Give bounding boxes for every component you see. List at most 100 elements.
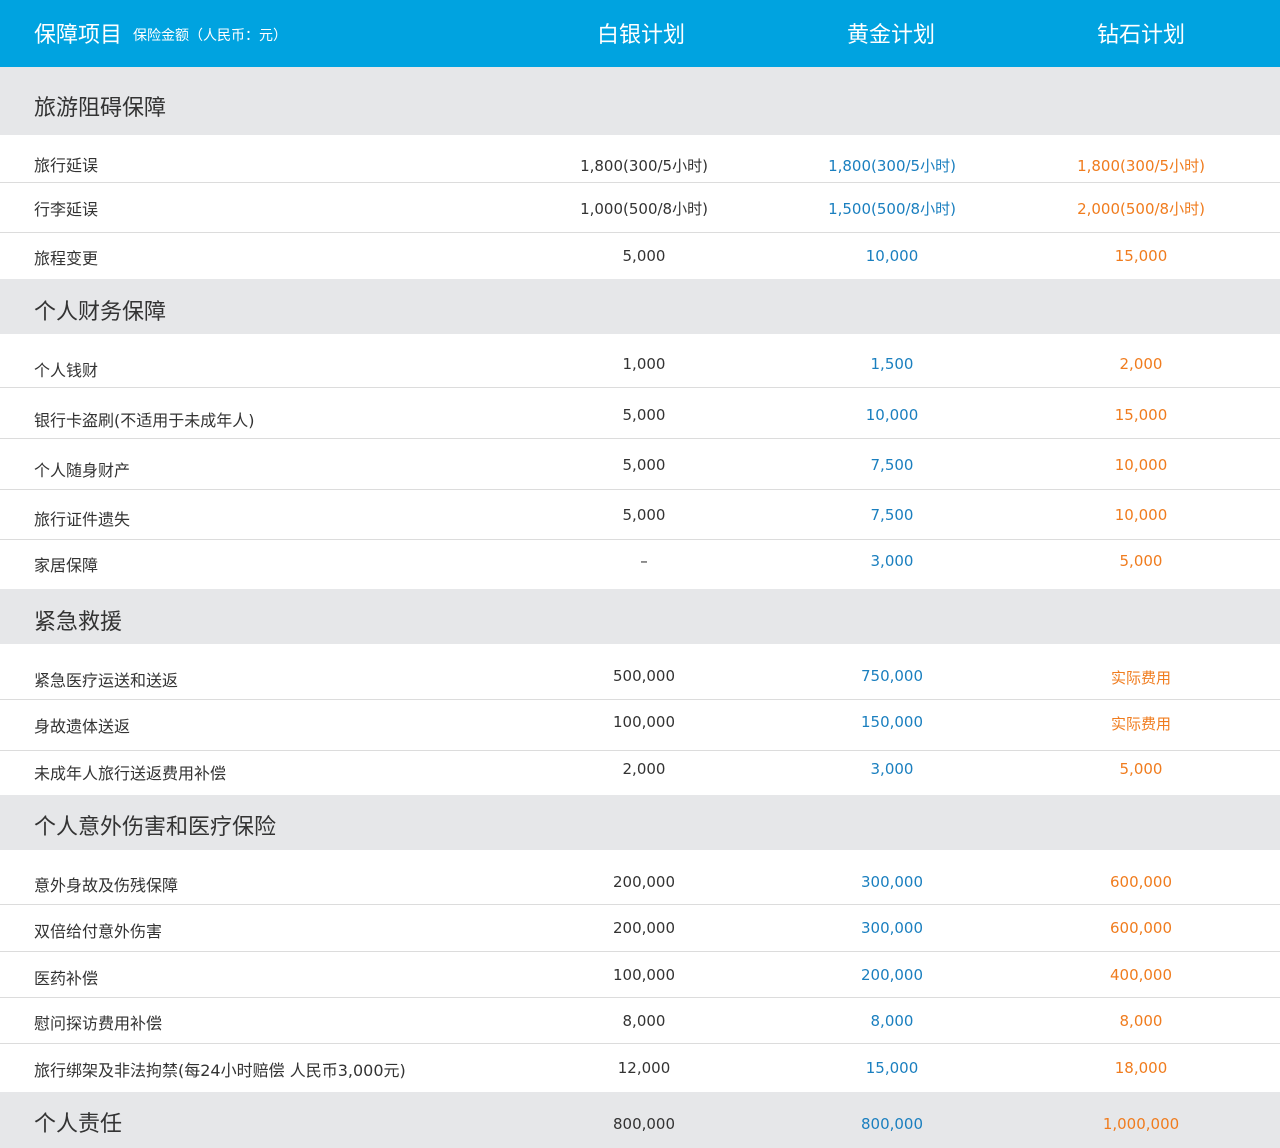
diamond-value: 2,000(500/8小时) — [1077, 200, 1205, 218]
row-label: 未成年人旅行送返费用补偿 — [34, 764, 227, 783]
section-header: 紧急救援 — [0, 589, 1280, 644]
row-label: 旅行证件遗失 — [34, 510, 131, 529]
table-header: 保障项目 保险金额（人民币：元） 白银计划 黄金计划 钻石计划 — [0, 0, 1280, 67]
section-header: 个人财务保障 — [0, 279, 1280, 334]
section-title: 旅游阻碍保障 — [34, 96, 167, 121]
gold-value: 1,500(500/8小时) — [828, 200, 956, 218]
diamond-value: 1,800(300/5小时) — [1077, 157, 1205, 175]
row-label: 身故遗体送返 — [34, 717, 131, 736]
gold-value: 7,500 — [870, 506, 914, 524]
gold-value: 300,000 — [860, 873, 924, 891]
plan-silver-header: 白银计划 — [596, 23, 685, 48]
gold-value: 3,000 — [870, 552, 914, 570]
silver-value: 8,000 — [622, 1012, 666, 1030]
row-label: 家居保障 — [34, 556, 99, 575]
table-row: 医药补偿 100,000 200,000 400,000 — [0, 952, 1280, 998]
table-row: 慰问探访费用补偿 8,000 8,000 8,000 — [0, 998, 1280, 1044]
silver-value: 12,000 — [617, 1059, 671, 1077]
gold-value: 1,500 — [870, 355, 914, 373]
silver-value: 1,800(300/5小时) — [580, 157, 708, 175]
row-label: 双倍给付意外伤害 — [34, 922, 163, 941]
silver-value: 200,000 — [612, 873, 676, 891]
table-row: 紧急医疗运送和送返 500,000 750,000 实际费用 — [0, 644, 1280, 700]
table-row: 未成年人旅行送返费用补偿 2,000 3,000 5,000 — [0, 751, 1280, 795]
silver-value: 5,000 — [622, 406, 666, 424]
table-row: 银行卡盗刷(不适用于未成年人) 5,000 10,000 15,000 — [0, 388, 1280, 439]
diamond-value: 600,000 — [1109, 919, 1173, 937]
row-label: 个人随身财产 — [34, 461, 131, 480]
silver-value: 5,000 — [622, 506, 666, 524]
gold-value: 8,000 — [870, 1012, 914, 1030]
table-row: 身故遗体送返 100,000 150,000 实际费用 — [0, 700, 1280, 751]
gold-value: 200,000 — [860, 966, 924, 984]
row-label: 紧急医疗运送和送返 — [34, 671, 179, 690]
table-row: 旅行证件遗失 5,000 7,500 10,000 — [0, 490, 1280, 540]
gold-value: 7,500 — [870, 456, 914, 474]
diamond-value: 5,000 — [1119, 760, 1163, 778]
silver-value: 1,000 — [622, 355, 666, 373]
row-label: 旅程变更 — [34, 249, 99, 268]
gold-value: 750,000 — [860, 667, 924, 685]
gold-value: 150,000 — [860, 713, 924, 731]
diamond-value: 18,000 — [1114, 1059, 1168, 1077]
diamond-value: 实际费用 — [1110, 715, 1171, 733]
diamond-value: 10,000 — [1114, 506, 1168, 524]
row-label: 慰问探访费用补偿 — [34, 1014, 163, 1033]
diamond-value: 8,000 — [1119, 1012, 1163, 1030]
plan-gold-header: 黄金计划 — [846, 23, 935, 48]
gold-value: 10,000 — [865, 247, 919, 265]
row-label: 行李延误 — [34, 200, 99, 219]
row-label: 意外身故及伤残保障 — [34, 876, 179, 895]
gold-value: 10,000 — [865, 406, 919, 424]
header-subtitle: 保险金额（人民币：元） — [133, 28, 287, 44]
diamond-value: 400,000 — [1109, 966, 1173, 984]
gold-value: 3,000 — [870, 760, 914, 778]
gold-value: 300,000 — [860, 919, 924, 937]
silver-value: 200,000 — [612, 919, 676, 937]
table-row: 个人随身财产 5,000 7,500 10,000 — [0, 439, 1280, 490]
section-header: 个人责任 800,000 800,000 1,000,000 — [0, 1092, 1280, 1148]
diamond-value: 15,000 — [1114, 247, 1168, 265]
section-header: 旅游阻碍保障 — [0, 67, 1280, 135]
silver-value: 1,000(500/8小时) — [580, 200, 708, 218]
header-title: 保障项目 — [34, 23, 123, 48]
silver-value: 5,000 — [622, 456, 666, 474]
diamond-value: 1,000,000 — [1102, 1115, 1180, 1133]
coverage-table: 保障项目 保险金额（人民币：元） 白银计划 黄金计划 钻石计划 旅游阻碍保障 旅… — [0, 0, 1280, 1148]
diamond-value: 10,000 — [1114, 456, 1168, 474]
row-label: 旅行绑架及非法拘禁(每24小时赔偿 人民币3,000元) — [34, 1061, 406, 1080]
table-row: 家居保障 – 3,000 5,000 — [0, 540, 1280, 589]
silver-value: – — [640, 552, 648, 570]
plan-diamond-header: 钻石计划 — [1096, 23, 1185, 48]
table-row: 旅行绑架及非法拘禁(每24小时赔偿 人民币3,000元) 12,000 15,0… — [0, 1044, 1280, 1092]
gold-value: 1,800(300/5小时) — [828, 157, 956, 175]
section-title: 个人责任 — [34, 1112, 123, 1137]
row-label: 医药补偿 — [34, 969, 99, 988]
table-row: 意外身故及伤残保障 200,000 300,000 600,000 — [0, 850, 1280, 905]
row-label: 个人钱财 — [34, 361, 99, 380]
diamond-value: 2,000 — [1119, 355, 1163, 373]
section-title: 个人意外伤害和医疗保险 — [34, 815, 277, 840]
gold-value: 15,000 — [865, 1059, 919, 1077]
gold-value: 800,000 — [860, 1115, 924, 1133]
diamond-value: 15,000 — [1114, 406, 1168, 424]
silver-value: 500,000 — [612, 667, 676, 685]
silver-value: 100,000 — [612, 966, 676, 984]
row-label: 旅行延误 — [34, 156, 99, 175]
table-row: 个人钱财 1,000 1,500 2,000 — [0, 334, 1280, 388]
table-row: 旅行延误 1,800(300/5小时) 1,800(300/5小时) 1,800… — [0, 135, 1280, 183]
diamond-value: 5,000 — [1119, 552, 1163, 570]
section-title: 紧急救援 — [34, 610, 123, 635]
row-label: 银行卡盗刷(不适用于未成年人) — [34, 411, 255, 430]
diamond-value: 600,000 — [1109, 873, 1173, 891]
silver-value: 5,000 — [622, 247, 666, 265]
silver-value: 100,000 — [612, 713, 676, 731]
silver-value: 2,000 — [622, 760, 666, 778]
section-title: 个人财务保障 — [34, 300, 167, 325]
table-row: 双倍给付意外伤害 200,000 300,000 600,000 — [0, 905, 1280, 952]
table-row: 行李延误 1,000(500/8小时) 1,500(500/8小时) 2,000… — [0, 183, 1280, 233]
section-header: 个人意外伤害和医疗保险 — [0, 795, 1280, 850]
diamond-value: 实际费用 — [1110, 669, 1171, 687]
silver-value: 800,000 — [612, 1115, 676, 1133]
table-row: 旅程变更 5,000 10,000 15,000 — [0, 233, 1280, 279]
